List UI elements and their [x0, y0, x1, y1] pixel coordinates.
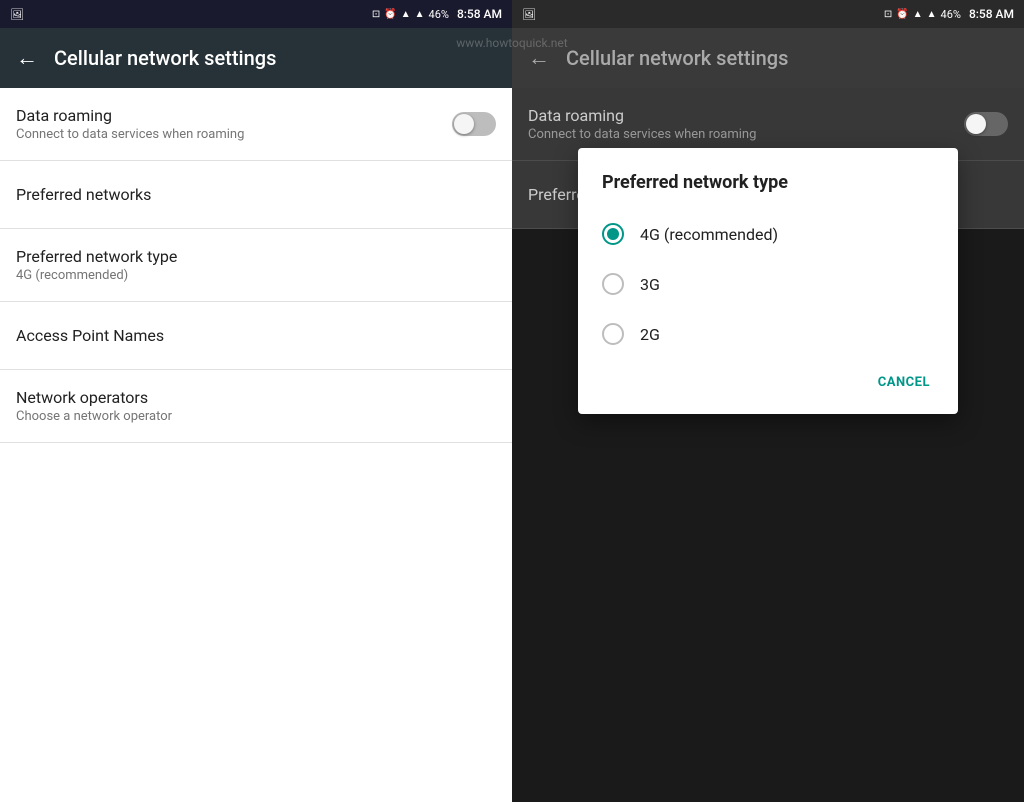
dialog-option-4g[interactable]: 4G (recommended): [578, 209, 958, 259]
access-point-names-title: Access Point Names: [16, 326, 164, 345]
right-signal-icon: ▲: [927, 9, 937, 20]
settings-item-preferred-network-type[interactable]: Preferred network type 4G (recommended): [0, 229, 512, 302]
right-status-bar: 🖼 ⊡ ⏰ ▲ ▲ 46% 8:58 AM: [512, 0, 1024, 28]
right-wifi-icon: ▲: [913, 9, 923, 20]
dialog-option-3g[interactable]: 3G: [578, 259, 958, 309]
settings-item-access-point-names[interactable]: Access Point Names: [0, 302, 512, 370]
page-title: Cellular network settings: [54, 46, 276, 70]
dialog-actions: CANCEL: [578, 359, 958, 406]
preferred-networks-title: Preferred networks: [16, 185, 151, 204]
right-status-right: ⊡ ⏰ ▲ ▲ 46% 8:58 AM: [884, 7, 1014, 21]
right-battery-percent: 46%: [941, 8, 961, 21]
preferred-network-type-dialog: Preferred network type 4G (recommended) …: [578, 148, 958, 414]
network-operators-title: Network operators: [16, 388, 172, 407]
preferred-network-type-title: Preferred network type: [16, 247, 177, 266]
right-vibrate-icon: ⊡: [884, 9, 892, 20]
battery-percent: 46%: [429, 8, 449, 21]
time-display: 8:58 AM: [457, 7, 502, 21]
right-top-bar: ← Cellular network settings: [512, 28, 1024, 88]
right-time-display: 8:58 AM: [969, 7, 1014, 21]
wifi-icon: ▲: [401, 9, 411, 20]
radio-3g[interactable]: [602, 273, 624, 295]
data-roaming-toggle[interactable]: [452, 112, 496, 136]
left-panel: 🖼 ⊡ ⏰ ▲ ▲ 46% 8:58 AM ← Cellular network…: [0, 0, 512, 802]
settings-item-network-operators[interactable]: Network operators Choose a network opera…: [0, 370, 512, 443]
right-panel: 🖼 ⊡ ⏰ ▲ ▲ 46% 8:58 AM ← Cellular network…: [512, 0, 1024, 802]
dialog-option-4g-label: 4G (recommended): [640, 225, 778, 244]
dialog-option-2g-label: 2G: [640, 325, 660, 344]
dialog-title: Preferred network type: [578, 172, 958, 209]
dialog-overlay: Preferred network type 4G (recommended) …: [512, 88, 1024, 802]
preferred-network-type-subtitle: 4G (recommended): [16, 268, 177, 283]
cancel-button[interactable]: CANCEL: [866, 367, 942, 398]
back-button[interactable]: ←: [16, 45, 38, 71]
right-content-area: Data roaming Connect to data services wh…: [512, 88, 1024, 802]
status-right-icons: ⊡ ⏰ ▲ ▲ 46% 8:58 AM: [372, 7, 502, 21]
network-operators-subtitle: Choose a network operator: [16, 409, 172, 424]
image-icon: 🖼: [10, 8, 24, 21]
settings-list: www.howtoquick.net Data roaming Connect …: [0, 88, 512, 802]
right-alarm-icon: ⏰: [896, 9, 908, 20]
dialog-option-2g[interactable]: 2G: [578, 309, 958, 359]
dialog-option-3g-label: 3G: [640, 275, 660, 294]
data-roaming-subtitle: Connect to data services when roaming: [16, 127, 244, 142]
settings-item-data-roaming[interactable]: Data roaming Connect to data services wh…: [0, 88, 512, 161]
radio-4g[interactable]: [602, 223, 624, 245]
left-status-bar: 🖼 ⊡ ⏰ ▲ ▲ 46% 8:58 AM: [0, 0, 512, 28]
right-status-left: 🖼: [522, 8, 536, 21]
right-page-title: Cellular network settings: [566, 46, 788, 70]
settings-item-preferred-networks[interactable]: Preferred networks: [0, 161, 512, 229]
status-left-icons: 🖼: [10, 8, 24, 21]
data-roaming-title: Data roaming: [16, 106, 244, 125]
right-back-button[interactable]: ←: [528, 45, 550, 71]
right-image-icon: 🖼: [522, 8, 536, 21]
left-top-bar: ← Cellular network settings: [0, 28, 512, 88]
vibrate-icon: ⊡: [372, 9, 380, 20]
signal-icon: ▲: [415, 9, 425, 20]
radio-2g[interactable]: [602, 323, 624, 345]
alarm-icon: ⏰: [384, 9, 396, 20]
